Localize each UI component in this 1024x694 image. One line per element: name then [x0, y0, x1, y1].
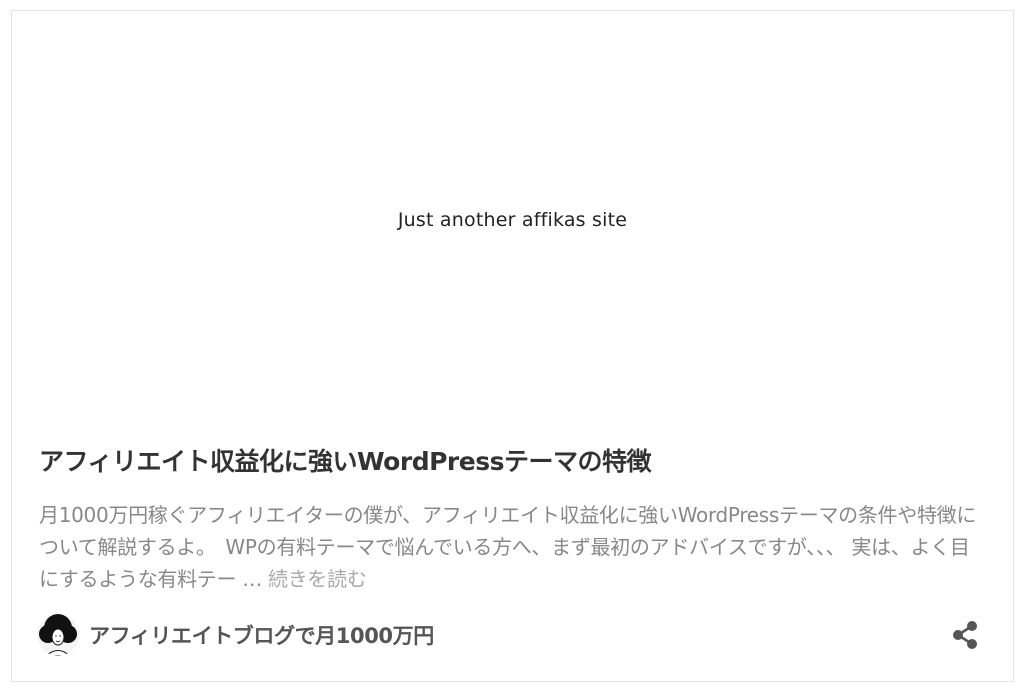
author[interactable]: アフィリエイトブログで月1000万円	[37, 614, 434, 656]
share-icon[interactable]	[949, 619, 981, 651]
excerpt-text: 月1000万円稼ぐアフィリエイターの僕が、アフィリエイト収益化に強いWordPr…	[39, 503, 977, 591]
article-card[interactable]: Just another affikas site アフィリエイト収益化に強いW…	[11, 10, 1014, 682]
author-name[interactable]: アフィリエイトブログで月1000万円	[89, 620, 434, 650]
avatar-afro-icon	[37, 614, 79, 656]
read-more-link[interactable]: 続きを読む	[268, 567, 367, 591]
article-excerpt: 月1000万円稼ぐアフィリエイターの僕が、アフィリエイト収益化に強いWordPr…	[39, 499, 987, 595]
article-thumbnail[interactable]: Just another affikas site	[12, 11, 1013, 431]
thumbnail-text: Just another affikas site	[397, 209, 628, 231]
article-title[interactable]: アフィリエイト収益化に強いWordPressテーマの特徴	[39, 445, 989, 479]
